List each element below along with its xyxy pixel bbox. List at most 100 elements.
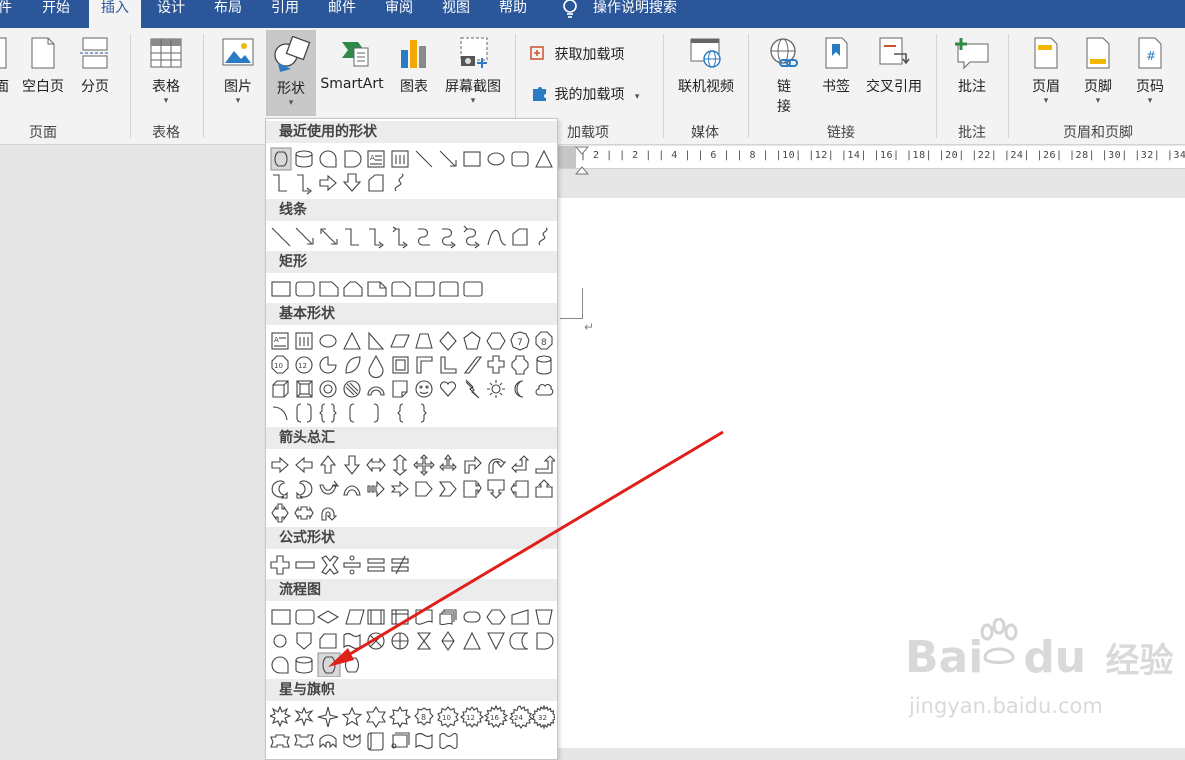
table-button[interactable]: 表格 ▾ xyxy=(146,36,186,106)
ribbon: 面 空白页 分页 页面 表格 ▾ 表格 图片 ▾ 形状 ▾ SmartArt 图… xyxy=(0,28,1185,145)
tab-file[interactable]: 件 xyxy=(0,0,12,28)
tab-references[interactable]: 引用 xyxy=(271,0,299,28)
svg-text:32: 32 xyxy=(538,714,547,722)
shapes-button[interactable]: 形状 ▾ xyxy=(266,30,316,116)
header-icon xyxy=(1034,37,1058,69)
bookmark-button[interactable]: 书签 xyxy=(818,36,854,96)
tab-home[interactable]: 开始 xyxy=(42,0,70,28)
category-basic-shapes: 基本形状 xyxy=(266,303,557,325)
online-video-button[interactable]: 联机视频 xyxy=(674,36,738,96)
group-label-addins: 加载项 xyxy=(567,125,609,141)
page-number-button[interactable]: # 页码 ▾ xyxy=(1130,36,1170,106)
block-arrows-grid[interactable] xyxy=(270,453,555,525)
group-label-tables: 表格 xyxy=(152,125,180,141)
svg-text:A: A xyxy=(274,336,279,344)
watermark-brand-cn: 经验 xyxy=(1105,641,1174,681)
svg-text:7: 7 xyxy=(517,338,523,348)
svg-text:24: 24 xyxy=(514,714,523,722)
page-break-icon xyxy=(80,37,110,69)
blank-page-button[interactable]: 空白页 xyxy=(20,36,66,96)
svg-text:A: A xyxy=(370,154,375,162)
rectangles-grid[interactable] xyxy=(270,277,555,301)
tab-design[interactable]: 设计 xyxy=(157,0,185,28)
svg-text:10: 10 xyxy=(274,362,283,370)
bookmark-icon xyxy=(825,37,848,69)
lightbulb-icon[interactable] xyxy=(560,0,580,24)
cover-page-icon xyxy=(0,37,7,69)
cross-reference-icon xyxy=(879,37,910,65)
footer-button[interactable]: 页脚 ▾ xyxy=(1078,36,1118,106)
new-comment-button[interactable]: 批注 xyxy=(951,36,993,96)
tab-layout[interactable]: 布局 xyxy=(214,0,242,28)
group-label-links: 链接 xyxy=(827,125,855,141)
baidu-jingyan-watermark: Bai du 经验 jingyan.baidu.com xyxy=(905,618,1175,728)
blank-page-icon xyxy=(31,37,55,69)
svg-text:16: 16 xyxy=(490,714,499,722)
table-icon xyxy=(150,38,182,68)
get-addins-button[interactable]: 获取加载项 xyxy=(530,44,624,64)
category-stars-banners: 星与旗帜 xyxy=(266,679,557,701)
group-label-header-footer: 页眉和页脚 xyxy=(1063,125,1133,141)
picture-icon xyxy=(222,38,254,66)
svg-text:8: 8 xyxy=(421,713,426,722)
shapes-icon xyxy=(274,35,311,72)
smartart-icon xyxy=(342,42,369,67)
globe-link-icon xyxy=(770,38,798,67)
comment-plus-icon xyxy=(955,38,989,70)
bar-chart-icon xyxy=(401,40,426,68)
screenshot-icon xyxy=(460,37,488,68)
category-flowchart: 流程图 xyxy=(266,579,557,601)
category-block-arrows: 箭头总汇 xyxy=(266,427,557,449)
screenshot-button[interactable]: 屏幕截图 ▾ xyxy=(440,36,506,106)
category-lines: 线条 xyxy=(266,199,557,221)
tell-me-search[interactable]: 操作说明搜索 xyxy=(593,0,677,28)
recent-shapes-grid[interactable]: A xyxy=(270,147,555,195)
group-label-media: 媒体 xyxy=(691,125,719,141)
margin-corner-mark xyxy=(560,288,583,319)
svg-text:8: 8 xyxy=(541,338,547,348)
basic-shapes-grid[interactable]: A 7 8 10 12 xyxy=(270,329,555,425)
watermark-brand-du: du xyxy=(1023,632,1087,683)
page-break-button[interactable]: 分页 xyxy=(78,36,112,96)
tab-review[interactable]: 审阅 xyxy=(385,0,413,28)
paw-logo-icon xyxy=(980,618,1018,664)
header-button[interactable]: 页眉 ▾ xyxy=(1026,36,1066,106)
page-number-icon: # xyxy=(1138,37,1162,69)
tab-view[interactable]: 视图 xyxy=(442,0,470,28)
my-addins-button[interactable]: 我的加载项 ▾ xyxy=(530,84,639,104)
stars-banners-grid[interactable]: 8 10 12 16 24 32 xyxy=(270,705,555,753)
pictures-button[interactable]: 图片 ▾ xyxy=(218,36,258,106)
cover-page-button[interactable]: 面 xyxy=(0,36,10,96)
equation-shapes-grid[interactable] xyxy=(270,553,555,577)
group-label-pages: 页面 xyxy=(29,125,57,141)
svg-text:12: 12 xyxy=(298,362,307,370)
indent-marker-icon[interactable] xyxy=(574,146,590,176)
flowchart-grid[interactable] xyxy=(270,605,555,677)
video-globe-icon xyxy=(690,38,721,68)
chevron-down-icon[interactable]: ▾ xyxy=(635,92,640,102)
group-label-comments: 批注 xyxy=(958,125,986,141)
shapes-gallery-dropdown: 最近使用的形状 A 线条 矩形 基本形状 A 7 8 10 12 箭头总汇 公式… xyxy=(265,118,558,760)
tab-mailings[interactable]: 邮件 xyxy=(328,0,356,28)
chart-button[interactable]: 图表 xyxy=(394,36,434,96)
svg-text:#: # xyxy=(1146,49,1156,63)
svg-text:10: 10 xyxy=(442,714,451,722)
lines-grid[interactable] xyxy=(270,225,555,249)
store-plus-icon xyxy=(530,46,544,60)
tab-help[interactable]: 帮助 xyxy=(499,0,527,28)
svg-text:12: 12 xyxy=(466,714,475,722)
ruler-ticks: | 2 | | 2 | | 4 | | 6 | | 8 | |10| |12| … xyxy=(580,150,1185,161)
footer-icon xyxy=(1086,37,1110,69)
watermark-brand: Bai xyxy=(905,632,984,683)
paragraph-mark: ↵ xyxy=(584,320,595,334)
watermark-url: jingyan.baidu.com xyxy=(909,694,1103,718)
category-rectangles: 矩形 xyxy=(266,251,557,273)
category-equation-shapes: 公式形状 xyxy=(266,527,557,549)
smartart-button[interactable]: SmartArt xyxy=(318,36,386,92)
ribbon-tab-bar: 件 开始 插入 设计 布局 引用 邮件 审阅 视图 帮助 操作说明搜索 xyxy=(0,0,1185,30)
puzzle-icon xyxy=(533,87,546,101)
link-button[interactable]: 链 接 xyxy=(764,36,804,116)
cross-reference-button[interactable]: 交叉引用 xyxy=(862,36,926,96)
tab-insert[interactable]: 插入 xyxy=(89,0,141,30)
category-recent-shapes: 最近使用的形状 xyxy=(266,121,557,143)
